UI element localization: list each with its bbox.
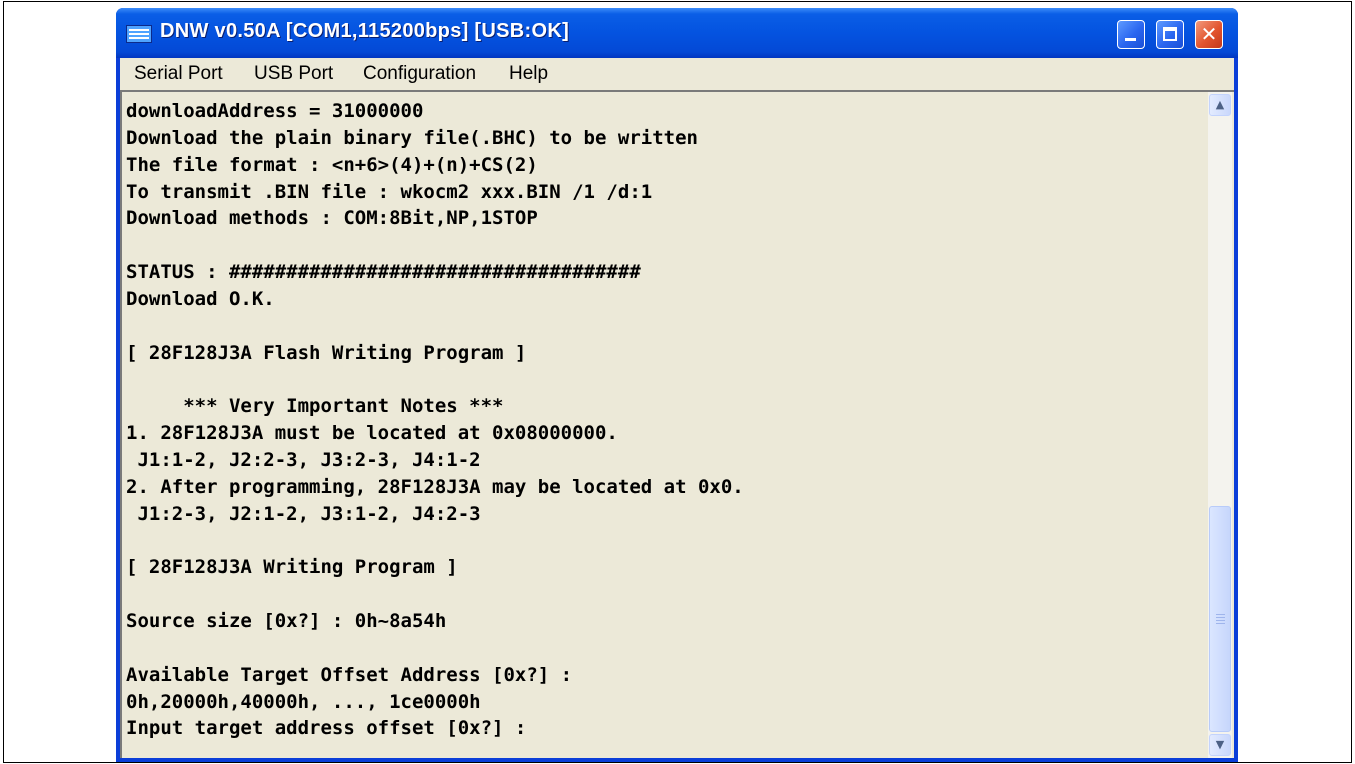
terminal-line: STATUS : ###############################…	[126, 261, 641, 284]
terminal-line: J1:2-3, J2:1-2, J3:1-2, J4:2-3	[126, 502, 481, 525]
terminal-output[interactable]: downloadAddress = 31000000 Download the …	[122, 92, 1206, 758]
chevron-down-icon: ▼	[1215, 738, 1225, 751]
close-button[interactable]: ✕	[1195, 20, 1223, 49]
terminal-area: downloadAddress = 31000000 Download the …	[120, 90, 1234, 758]
scroll-up-button[interactable]: ▲	[1209, 94, 1231, 116]
menu-help[interactable]: Help	[509, 61, 548, 87]
terminal-line: 0h,20000h,40000h, ..., 1ce0000h	[126, 690, 481, 713]
terminal-line: 1. 28F128J3A must be located at 0x080000…	[126, 422, 618, 445]
scrollbar-thumb[interactable]	[1209, 506, 1231, 732]
terminal-line: Input target address offset [0x?] :	[126, 717, 527, 740]
terminal-line: Download O.K.	[126, 287, 275, 310]
app-window-icon[interactable]	[126, 25, 152, 43]
chevron-up-icon: ▲	[1215, 98, 1225, 111]
terminal-line: The file format : <n+6>(4)+(n)+CS(2)	[126, 153, 538, 176]
maximize-icon	[1163, 27, 1177, 41]
close-icon: ✕	[1200, 22, 1218, 46]
vertical-scrollbar[interactable]: ▲ ▼	[1208, 92, 1232, 758]
terminal-line: To transmit .BIN file : wkocm2 xxx.BIN /…	[126, 180, 653, 203]
window-title: DNW v0.50A [COM1,115200bps] [USB:OK]	[160, 20, 570, 42]
scroll-down-button[interactable]: ▼	[1209, 734, 1231, 756]
terminal-line: [ 28F128J3A Flash Writing Program ]	[126, 341, 527, 364]
terminal-line: Available Target Offset Address [0x?] :	[126, 663, 573, 686]
terminal-line: downloadAddress = 31000000	[126, 100, 424, 122]
terminal-line: Download methods : COM:8Bit,NP,1STOP	[126, 207, 538, 230]
terminal-line: *** Very Important Notes ***	[126, 395, 504, 418]
minimize-button[interactable]	[1117, 20, 1145, 49]
menu-bar: Serial Port USB Port Configuration Help	[120, 58, 1234, 90]
dnw-window: DNW v0.50A [COM1,115200bps] [USB:OK] ✕ S…	[116, 8, 1238, 762]
terminal-line: Download the plain binary file(.BHC) to …	[126, 126, 698, 149]
terminal-line: Source size [0x?] : 0h~8a54h	[126, 610, 447, 633]
terminal-line: J1:1-2, J2:2-3, J3:2-3, J4:1-2	[126, 448, 481, 471]
maximize-button[interactable]	[1156, 20, 1184, 49]
terminal-line: [ 28F128J3A Writing Program ]	[126, 556, 458, 579]
menu-configuration[interactable]: Configuration	[363, 61, 476, 87]
title-bar[interactable]: DNW v0.50A [COM1,115200bps] [USB:OK] ✕	[116, 8, 1238, 58]
minimize-icon	[1125, 38, 1136, 41]
menu-serial-port[interactable]: Serial Port	[134, 61, 223, 87]
terminal-line: 2. After programming, 28F128J3A may be l…	[126, 475, 744, 498]
menu-usb-port[interactable]: USB Port	[254, 61, 333, 87]
